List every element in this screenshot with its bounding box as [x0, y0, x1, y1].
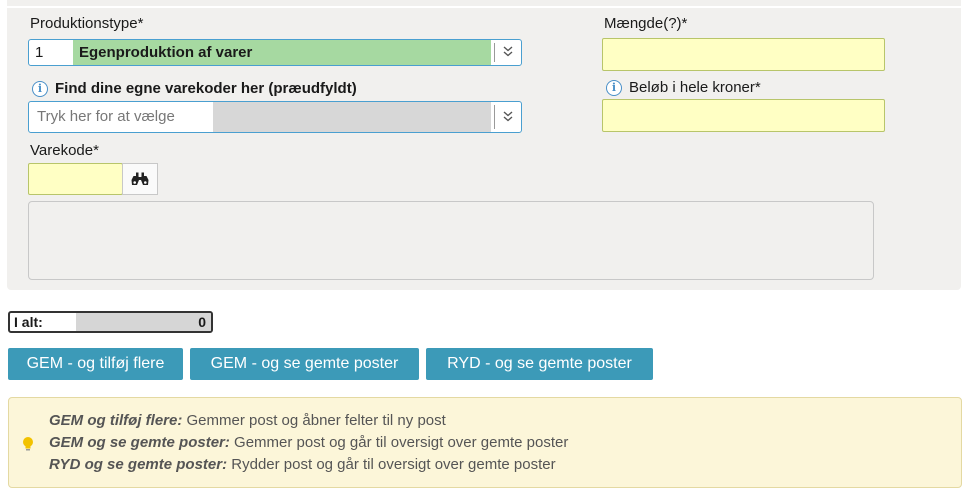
- amount-label: Beløb i hele kroner*: [629, 79, 761, 96]
- item-codes-empty-area: [213, 102, 491, 132]
- total-value: 0: [198, 314, 206, 330]
- save-view-saved-button[interactable]: GEM - og se gemte poster: [190, 348, 419, 380]
- item-codes-placeholder: Tryk her for at vælge: [37, 108, 175, 125]
- help-box: GEM og tilføj flere: Gemmer post og åbne…: [8, 397, 962, 488]
- comment-area[interactable]: [28, 201, 874, 280]
- item-code-input[interactable]: [28, 163, 123, 195]
- top-strip: [7, 0, 961, 6]
- chevron-double-down-icon[interactable]: [495, 40, 521, 65]
- item-codes-label-row: i Find dine egne varekoder her (præudfyld…: [32, 80, 357, 97]
- production-type-select[interactable]: 1 Egenproduktion af varer: [28, 39, 522, 66]
- amount-label-row: i Beløb i hele kroner*: [606, 79, 761, 96]
- clear-view-saved-button[interactable]: RYD - og se gemte poster: [426, 348, 653, 380]
- quantity-label: Mængde(?)*: [604, 15, 688, 32]
- chevron-double-down-icon[interactable]: [495, 102, 521, 132]
- help-title: GEM og tilføj flere:: [49, 412, 183, 429]
- production-type-number: 1: [35, 44, 44, 61]
- save-add-more-button[interactable]: GEM - og tilføj flere: [8, 348, 183, 380]
- total-label: I alt:: [14, 314, 43, 330]
- binoculars-search-button[interactable]: [122, 163, 158, 195]
- item-codes-select[interactable]: Tryk her for at vælge: [28, 101, 522, 133]
- help-text: Rydder post og går til oversigt over gem…: [227, 456, 556, 473]
- production-type-value: Egenproduktion af varer: [73, 40, 491, 65]
- total-value-bg: [76, 313, 211, 331]
- production-type-label: Produktionstype*: [30, 15, 144, 32]
- help-text: Gemmer post og går til oversigt over gem…: [229, 434, 569, 451]
- help-title: RYD og se gemte poster:: [49, 456, 228, 473]
- total-box: I alt: 0: [8, 311, 213, 333]
- info-icon[interactable]: i: [606, 80, 622, 96]
- help-line-save-add: GEM og tilføj flere: Gemmer post og åbne…: [49, 412, 446, 429]
- help-title: GEM og se gemte poster:: [49, 434, 230, 451]
- lightbulb-icon: [23, 437, 33, 451]
- item-codes-label: Find dine egne varekoder her (præudfyldt…: [55, 80, 357, 97]
- quantity-input[interactable]: [602, 38, 885, 71]
- help-line-save-view: GEM og se gemte poster: Gemmer post og g…: [49, 434, 568, 451]
- help-text: Gemmer post og åbner felter til ny post: [182, 412, 446, 429]
- item-code-label: Varekode*: [30, 142, 99, 159]
- info-icon[interactable]: i: [32, 81, 48, 97]
- help-line-clear-view: RYD og se gemte poster: Rydder post og g…: [49, 456, 556, 473]
- binoculars-icon: [131, 172, 149, 186]
- amount-input[interactable]: [602, 99, 885, 132]
